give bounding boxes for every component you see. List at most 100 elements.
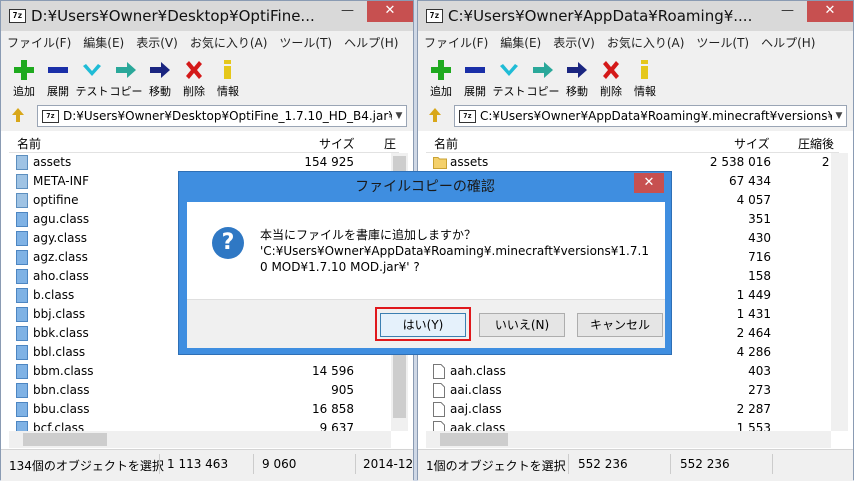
file-icon (16, 364, 28, 382)
menu-tools[interactable]: ツール(T) (696, 34, 749, 51)
extract-button[interactable]: 展開 (458, 53, 492, 101)
right-vertical-scrollbar[interactable] (831, 153, 848, 431)
chevron-down-icon[interactable]: ▼ (832, 111, 846, 121)
cancel-button[interactable]: キャンセル (577, 313, 663, 337)
left-address-row: 7z D:¥Users¥Owner¥Desktop¥OptiFine_1.7.1… (1, 101, 413, 131)
menu-view[interactable]: 表示(V) (553, 34, 595, 51)
file-name: aak.class (450, 421, 506, 431)
right-address-bar[interactable]: 7z C:¥Users¥Owner¥AppData¥Roaming¥.minec… (454, 105, 847, 127)
right-minimize-button[interactable]: — (774, 1, 801, 22)
left-address-bar[interactable]: 7z D:¥Users¥Owner¥Desktop¥OptiFine_1.7.1… (37, 105, 407, 127)
menu-view[interactable]: 表示(V) (136, 34, 178, 51)
left-address-path: D:¥Users¥Owner¥Desktop¥OptiFine_1.7.10_H… (63, 109, 392, 123)
info-icon (634, 58, 656, 82)
yes-button[interactable]: はい(Y) (380, 313, 466, 337)
list-item[interactable]: bbn.class 905 (9, 381, 391, 400)
right-close-button[interactable]: ✕ (807, 1, 853, 22)
menu-tools[interactable]: ツール(T) (279, 34, 332, 51)
file-size: 14 596 (312, 364, 354, 378)
up-folder-icon[interactable] (426, 106, 448, 127)
left-horizontal-scrollbar[interactable] (9, 431, 391, 448)
file-size: 2 538 016 (709, 155, 771, 169)
col-name-header[interactable]: 名前 (434, 135, 458, 152)
move-arrow-icon (566, 58, 588, 82)
menu-help[interactable]: ヘルプ(H) (344, 34, 398, 51)
file-name: assets (450, 155, 489, 169)
file-compressed-size: 2 (781, 174, 831, 188)
col-name-header[interactable]: 名前 (17, 135, 41, 152)
info-button[interactable]: 情報 (211, 53, 245, 101)
move-button[interactable]: 移動 (143, 53, 177, 101)
file-size: 716 (748, 250, 771, 264)
col-compressed-header[interactable]: 圧 (384, 135, 396, 152)
col-size-header[interactable]: サイズ (319, 135, 355, 152)
left-hscroll-thumb[interactable] (23, 433, 107, 446)
menu-edit[interactable]: 編集(E) (500, 34, 541, 51)
list-item[interactable]: aaj.class 2 287 (426, 400, 831, 419)
file-icon (16, 307, 28, 325)
menu-file[interactable]: ファイル(F) (424, 34, 488, 51)
add-button[interactable]: 追加 (424, 53, 458, 101)
list-item[interactable]: assets 154 925 (9, 153, 391, 172)
no-button[interactable]: いいえ(N) (479, 313, 565, 337)
list-item[interactable]: assets 2 538 016 2 3 (426, 153, 831, 172)
right-titlebar[interactable]: 7z C:¥Users¥Owner¥AppData¥Roaming¥.... —… (418, 1, 853, 31)
chevron-down-icon[interactable]: ▼ (392, 111, 406, 121)
left-column-header: 名前 サイズ 圧 (9, 131, 399, 153)
plus-icon (13, 58, 35, 82)
extract-button[interactable]: 展開 (41, 53, 75, 101)
archive-icon: 7z (459, 109, 476, 123)
up-folder-icon[interactable] (9, 106, 31, 127)
left-status-count: 134個のオブジェクトを選択 (9, 459, 164, 473)
test-button[interactable]: テスト (492, 53, 526, 101)
dialog-message: 本当にファイルを書庫に追加しますか？ 'C:¥Users¥Owner¥AppDa… (260, 228, 649, 274)
left-titlebar[interactable]: 7z D:¥Users¥Owner¥Desktop¥OptiFine... — … (1, 1, 413, 31)
list-item[interactable]: bbu.class 16 858 (9, 400, 391, 419)
file-name: aai.class (450, 383, 502, 397)
delete-button[interactable]: 削除 (594, 53, 628, 101)
menu-edit[interactable]: 編集(E) (83, 34, 124, 51)
info-icon (217, 58, 239, 82)
file-name: agy.class (33, 231, 87, 245)
list-item[interactable]: bbm.class 14 596 (9, 362, 391, 381)
file-size: 2 287 (736, 402, 771, 416)
info-button[interactable]: 情報 (628, 53, 662, 101)
file-icon (433, 364, 445, 382)
test-button[interactable]: テスト (75, 53, 109, 101)
menu-favorites[interactable]: お気に入り(A) (190, 34, 268, 51)
delete-button[interactable]: 削除 (177, 53, 211, 101)
file-size: 9 637 (319, 421, 354, 431)
copy-button[interactable]: コピー (526, 53, 560, 101)
list-item[interactable]: bcf.class 9 637 (9, 419, 391, 431)
right-hscroll-thumb[interactable] (440, 433, 508, 446)
add-button[interactable]: 追加 (7, 53, 41, 101)
7zip-app-icon: 7z (426, 9, 443, 23)
file-size: 16 858 (312, 402, 354, 416)
menu-help[interactable]: ヘルプ(H) (761, 34, 815, 51)
col-compressed-header[interactable]: 圧縮後 (798, 135, 834, 152)
dialog-button-bar: はい(Y) いいえ(N) キャンセル (187, 299, 665, 348)
copy-button[interactable]: コピー (109, 53, 143, 101)
left-minimize-button[interactable]: — (334, 1, 361, 22)
list-item[interactable]: aah.class 403 (426, 362, 831, 381)
list-item[interactable]: aai.class 273 (426, 381, 831, 400)
file-name: aaj.class (450, 402, 502, 416)
dialog-close-button[interactable]: ✕ (634, 173, 664, 193)
right-vscroll-thumb[interactable] (833, 156, 846, 386)
file-icon (16, 345, 28, 363)
folder-icon (16, 193, 28, 211)
left-menubar: ファイル(F) 編集(E) 表示(V) お気に入り(A) ツール(T) ヘルプ(… (1, 31, 413, 53)
copy-confirm-dialog: ファイルコピーの確認 ✕ ? 本当にファイルを書庫に追加しますか？ 'C:¥Us… (178, 171, 672, 355)
move-button[interactable]: 移動 (560, 53, 594, 101)
menu-favorites[interactable]: お気に入り(A) (607, 34, 685, 51)
plus-icon (430, 58, 452, 82)
file-icon (16, 421, 28, 431)
file-icon (16, 269, 28, 287)
file-name: agz.class (33, 250, 88, 264)
list-item[interactable]: aak.class 1 553 (426, 419, 831, 431)
col-size-header[interactable]: サイズ (734, 135, 770, 152)
left-close-button[interactable]: ✕ (367, 1, 413, 22)
right-horizontal-scrollbar[interactable] (426, 431, 831, 448)
folder-icon (433, 155, 447, 172)
menu-file[interactable]: ファイル(F) (7, 34, 71, 51)
